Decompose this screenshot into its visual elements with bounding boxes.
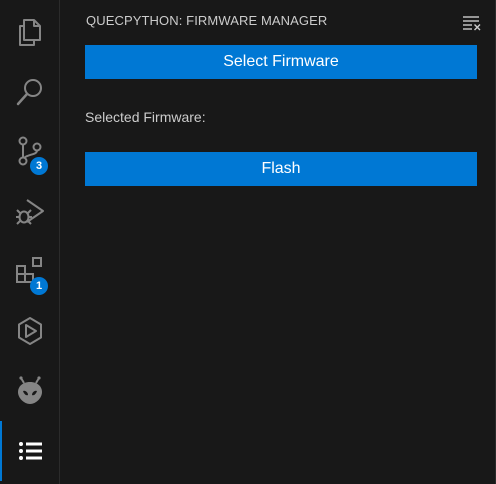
flash-button[interactable]: Flash xyxy=(85,152,477,186)
alien-icon xyxy=(18,376,42,404)
activity-bar: 3 1 xyxy=(0,0,60,484)
files-icon xyxy=(19,19,41,46)
search-item[interactable] xyxy=(0,62,60,122)
extensions-badge: 1 xyxy=(30,277,48,295)
select-firmware-button[interactable]: Select Firmware xyxy=(85,45,477,79)
selected-firmware-label: Selected Firmware: xyxy=(85,109,206,125)
vscode-window: 3 1 QUECPYTHON: FIRMWARE MANAGER Select … xyxy=(0,0,496,484)
clear-all-button[interactable] xyxy=(462,14,482,32)
quecpython-item[interactable] xyxy=(0,301,60,361)
source-control-badge: 3 xyxy=(30,157,48,175)
explorer-item[interactable] xyxy=(0,2,60,62)
panel-title: QUECPYTHON: FIRMWARE MANAGER xyxy=(86,13,328,28)
firmware-manager-panel: QUECPYTHON: FIRMWARE MANAGER Select Firm… xyxy=(60,0,496,484)
clear-all-icon xyxy=(463,16,481,31)
firmware-manager-item[interactable] xyxy=(0,421,60,481)
search-icon xyxy=(16,79,42,106)
source-control-item[interactable]: 3 xyxy=(0,121,60,181)
run-debug-icon xyxy=(16,199,44,225)
extensions-item[interactable]: 1 xyxy=(0,241,60,301)
list-icon xyxy=(19,442,42,460)
play-hexagon-icon xyxy=(18,317,42,345)
platformio-item[interactable] xyxy=(0,361,60,421)
run-debug-item[interactable] xyxy=(0,181,60,241)
